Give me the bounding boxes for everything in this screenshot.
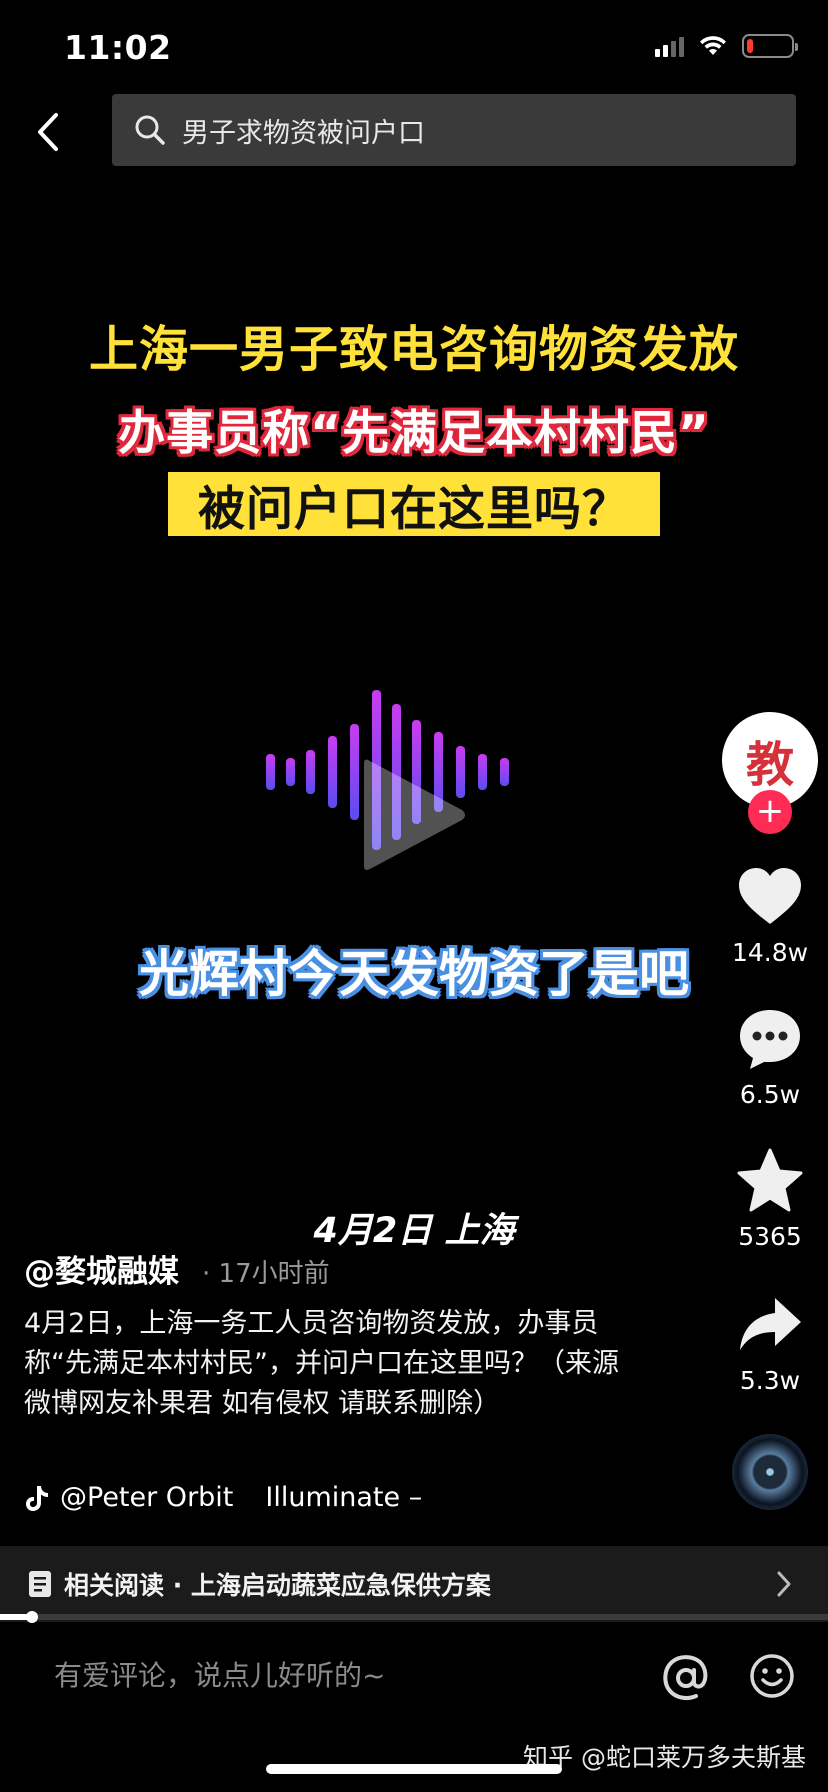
headline-line-2: 办事员称“先满足本村村民” — [118, 406, 710, 461]
search-query: 男子求物资被问户口 — [182, 117, 425, 149]
star-icon — [737, 1148, 803, 1212]
battery-level — [747, 39, 754, 53]
search-bar[interactable]: 男子求物资被问户口 — [112, 94, 796, 166]
share-arrow-icon — [740, 1298, 801, 1350]
favorite-count: 5365 — [738, 1222, 802, 1251]
chevron-right-icon — [777, 1571, 791, 1597]
favorite-button[interactable]: 5365 — [724, 1146, 816, 1251]
video-progress-fill — [0, 1614, 29, 1620]
post-description: 4月2日，上海一务工人员咨询物资发放，办事员称“先满足本村村民”，并问户口在这里… — [24, 1308, 619, 1419]
headline-highlight: 被问户口在这里吗？ — [168, 472, 660, 537]
wifi-icon — [700, 36, 726, 55]
search-icon — [135, 115, 165, 145]
emoji-icon[interactable] — [748, 1652, 796, 1700]
article-icon — [29, 1571, 51, 1597]
avatar-logo: 教 — [745, 737, 794, 793]
author-name[interactable]: @婺城融媒 — [24, 1246, 179, 1291]
share-button[interactable]: 5.3w — [724, 1290, 816, 1395]
comment-input[interactable]: 有爱评论，说点儿好听的~ — [54, 1654, 385, 1694]
music-track: Illuminate – — [265, 1482, 423, 1513]
headline-line-1: 上海一男子致电咨询物资发放 — [88, 321, 739, 378]
post-time: · 17小时前 — [202, 1259, 330, 1289]
cellular-signal-icon — [655, 35, 684, 57]
like-count: 14.8w — [731, 938, 809, 967]
share-count: 5.3w — [739, 1366, 801, 1395]
chevron-left-icon — [38, 113, 58, 151]
tiktok-note-icon — [26, 1485, 48, 1511]
mention-at-icon[interactable] — [660, 1652, 712, 1704]
video-progress-bar[interactable] — [0, 1614, 828, 1620]
follow-button[interactable]: + — [748, 790, 792, 834]
video-progress-knob[interactable] — [26, 1611, 38, 1623]
video-screen: 11:02 男子求物资被问户口 上海一男子致电咨询物资发放 办事员称“先满足本村… — [0, 0, 828, 1792]
related-reading-bar[interactable]: 相关阅读 · 上海启动蔬菜应急保供方案 — [0, 1546, 828, 1622]
comment-button[interactable]: 6.5w — [724, 1004, 816, 1109]
watermark: 知乎 @蛇口莱万多夫斯基 — [523, 1743, 806, 1772]
play-button[interactable] — [354, 750, 474, 880]
battery-icon — [742, 34, 798, 58]
related-reading-text: 相关阅读 · 上海启动蔬菜应急保供方案 — [64, 1571, 491, 1600]
heart-icon — [739, 868, 801, 924]
music-info[interactable]: @Peter Orbit Illuminate – — [24, 1482, 422, 1513]
home-indicator[interactable] — [266, 1764, 562, 1774]
like-button[interactable]: 14.8w — [724, 862, 816, 967]
comment-count: 6.5w — [739, 1080, 801, 1109]
back-button[interactable] — [28, 104, 68, 160]
music-author: @Peter Orbit — [60, 1482, 234, 1513]
status-icons — [655, 34, 798, 58]
video-subtitle: 光辉村今天发物资了是吧 — [139, 945, 689, 1003]
music-disc[interactable] — [732, 1434, 808, 1510]
status-time: 11:02 — [64, 28, 172, 67]
comment-icon — [740, 1010, 800, 1069]
headline-line-3: 被问户口在这里吗？ — [198, 481, 630, 537]
